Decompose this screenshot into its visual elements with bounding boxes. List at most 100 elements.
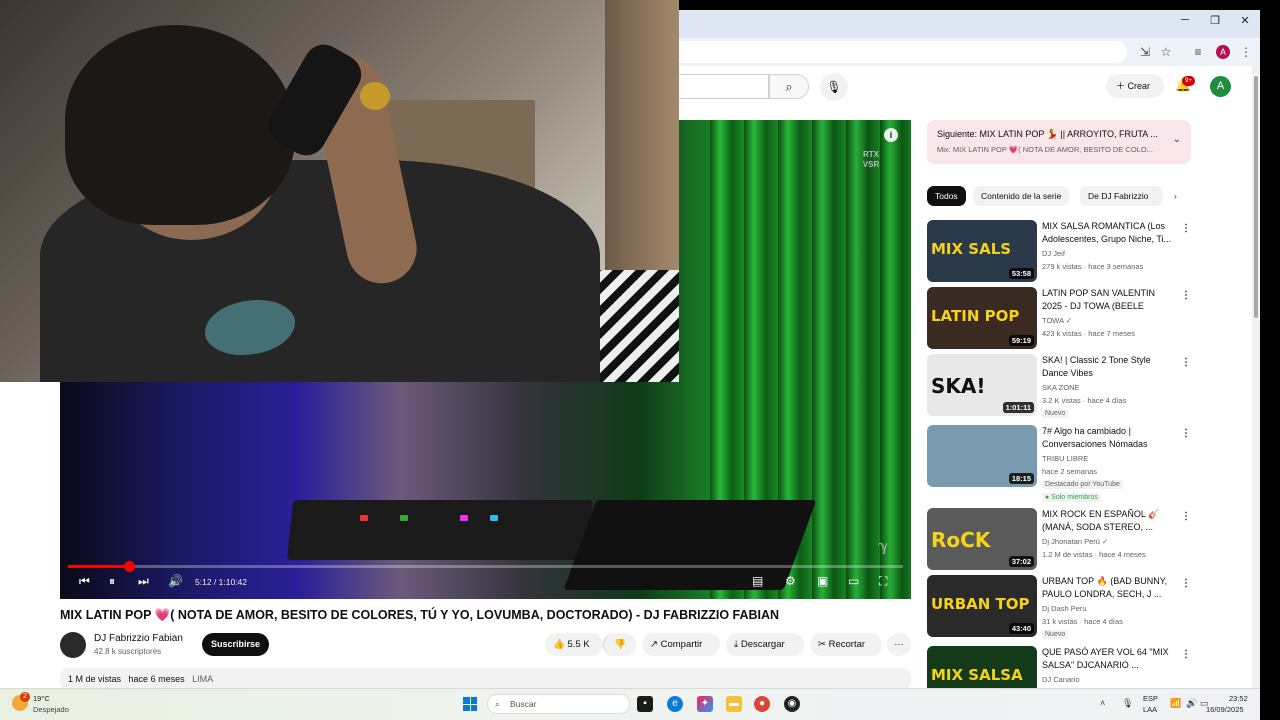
account-avatar[interactable]: A (1210, 76, 1231, 97)
share-icon: ↗ (650, 639, 658, 650)
search-input[interactable] (679, 74, 769, 99)
start-button[interactable] (463, 697, 477, 711)
recommendation-channel[interactable]: TRIBU LIBRE (1042, 454, 1088, 463)
channel-watermark-icon[interactable]: ℽ (878, 538, 888, 555)
media-controls-icon[interactable]: ≡ (1190, 44, 1206, 60)
previous-icon[interactable]: ⏮ (79, 574, 90, 589)
clock-time[interactable]: 23:52 (1229, 694, 1248, 703)
copilot-icon[interactable]: ✦ (697, 696, 713, 712)
chrome-icon[interactable]: ● (754, 696, 770, 712)
recommendation-item[interactable]: LATIN POP 59:19 LATIN POP SAN VALENTIN 202… (927, 287, 1192, 349)
close-button[interactable]: ✕ (1233, 14, 1257, 27)
input-layout[interactable]: LAA (1143, 705, 1157, 714)
recommendation-channel[interactable]: Dj Jhonatan Perú ✓ (1042, 537, 1108, 546)
chevron-up-icon[interactable]: ˄ (1100, 698, 1105, 708)
browser-menu-icon[interactable]: ⋮ (1238, 44, 1254, 60)
download-button[interactable]: ⤓ Descargar (726, 633, 804, 656)
more-options-icon[interactable]: ⋮ (1181, 578, 1191, 589)
more-options-icon[interactable]: ⋮ (1181, 428, 1191, 439)
more-options-icon[interactable]: ⋮ (1181, 357, 1191, 368)
dislike-button[interactable]: 👎 (603, 633, 636, 656)
input-language[interactable]: ESP (1143, 694, 1158, 703)
recommendation-item[interactable]: SKA! 1:01:11 SKA! | Classic 2 Tone Style D… (927, 354, 1192, 418)
recommendation-meta: 423 k vistas · hace 7 meses (1042, 329, 1135, 338)
more-options-icon[interactable]: ⋮ (1181, 649, 1191, 660)
location-tag[interactable]: LIMA (192, 674, 213, 684)
channel-avatar[interactable] (60, 632, 86, 658)
recommendation-item[interactable]: 18:15 7# Algo ha cambiado | Conversacione… (927, 425, 1192, 502)
recommendation-channel[interactable]: DJ Canario (1042, 675, 1080, 684)
chevron-down-icon[interactable]: ⌄ (1173, 134, 1181, 145)
recommendation-channel[interactable]: SKA ZONE (1042, 383, 1080, 392)
miniplayer-icon[interactable]: ▣ (817, 574, 828, 588)
chip-all[interactable]: Todos (927, 186, 966, 206)
scrollbar-thumb[interactable] (1254, 76, 1258, 318)
next-icon[interactable]: ⏭ (138, 574, 149, 589)
info-icon[interactable]: i (884, 128, 898, 142)
wifi-icon[interactable]: 📶 (1170, 698, 1181, 709)
weather-description[interactable]: Despejado (33, 705, 69, 714)
more-options-icon[interactable]: ⋮ (1181, 290, 1191, 301)
obs-icon[interactable]: ◉ (784, 696, 800, 712)
description-box[interactable]: 1 M de vistas hace 6 meses LIMA (60, 668, 911, 690)
recommendation-title[interactable]: SKA! | Classic 2 Tone Style Dance Vibes (1042, 354, 1177, 380)
more-actions-button[interactable]: ··· (887, 633, 911, 656)
subscribe-button[interactable]: Suscribirse (202, 633, 269, 656)
browser-profile-avatar[interactable]: A (1216, 45, 1230, 59)
recommendation-title[interactable]: 7# Algo ha cambiado | Conversaciones Nóm… (1042, 425, 1177, 451)
clock-date[interactable]: 16/09/2025 (1206, 705, 1244, 714)
edge-icon[interactable]: e (667, 696, 683, 712)
address-field[interactable] (679, 41, 1127, 63)
maximize-button[interactable]: ❐ (1203, 14, 1227, 27)
microphone-icon[interactable]: 🎙 (1122, 698, 1133, 709)
recommendation-title[interactable]: LATIN POP SAN VALENTIN 2025 - DJ TOWA (B… (1042, 287, 1177, 313)
create-button[interactable]: ＋ Crear (1106, 74, 1164, 98)
pause-icon[interactable]: ⏸ (109, 574, 115, 589)
recommendation-item[interactable]: MIX SALS 53:58 MIX SALSA ROMANTICA (Los Ad… (927, 220, 1192, 282)
speaker-icon[interactable]: 🔊 (1186, 698, 1197, 709)
theater-mode-icon[interactable]: ▭ (848, 574, 859, 588)
weather-temperature[interactable]: 19°C (33, 694, 50, 703)
clip-button[interactable]: ✂ Recortar (810, 633, 882, 656)
search-button[interactable]: ⌕ (769, 74, 809, 99)
progress-bar[interactable] (68, 561, 903, 572)
voice-search-button[interactable]: 🎙 (820, 73, 848, 101)
recommendation-title[interactable]: MIX ROCK EN ESPAÑOL 🎸 (MANÁ, SODA STEREO… (1042, 508, 1177, 534)
progress-scrubber[interactable] (124, 561, 136, 572)
taskbar-search[interactable]: ⌕ Buscar (487, 694, 630, 714)
minimize-button[interactable]: ─ (1173, 14, 1197, 26)
bookmark-star-icon[interactable]: ☆ (1158, 44, 1174, 60)
chip-series-content[interactable]: Contenido de la serie (973, 186, 1070, 206)
like-button[interactable]: 👍 5.5 K (545, 633, 603, 656)
recommendation-channel[interactable]: DJ Jeif (1042, 249, 1065, 258)
video-thumbnail[interactable]: SKA! 1:01:11 (927, 354, 1037, 416)
recommendation-channel[interactable]: Dj Dash Peru (1042, 604, 1087, 613)
video-thumbnail[interactable]: 18:15 (927, 425, 1037, 487)
video-thumbnail[interactable]: LATIN POP 59:19 (927, 287, 1037, 349)
fullscreen-icon[interactable]: ⛶ (879, 574, 887, 589)
more-options-icon[interactable]: ⋮ (1181, 511, 1191, 522)
chevron-right-icon[interactable]: › (1166, 186, 1185, 206)
task-view-icon[interactable]: ▪ (637, 696, 653, 712)
video-thumbnail[interactable]: MIX SALS 53:58 (927, 220, 1037, 282)
view-count: 1 M de vistas (68, 674, 122, 684)
settings-gear-icon[interactable]: ⚙ (785, 574, 796, 588)
recommendation-title[interactable]: QUE PASÓ AYER VOL 64 "MIX SALSA" DJCANAR… (1042, 646, 1177, 672)
recommendation-item[interactable]: URBAN TOP 43:40 URBAN TOP 🔥 (BAD BUNNY, PA… (927, 575, 1192, 639)
recommendation-channel[interactable]: TOWA ✓ (1042, 316, 1072, 325)
video-thumbnail[interactable]: RoCK 37:02 (927, 508, 1037, 570)
recommendation-item[interactable]: RoCK 37:02 MIX ROCK EN ESPAÑOL 🎸 (MANÁ, SO… (927, 508, 1192, 570)
video-thumbnail[interactable]: URBAN TOP 43:40 (927, 575, 1037, 637)
recommendation-title[interactable]: MIX SALSA ROMANTICA (Los Adolescentes, G… (1042, 220, 1177, 246)
volume-icon[interactable]: 🔊 (168, 574, 183, 588)
subtitles-icon[interactable]: ▤ (752, 574, 763, 588)
channel-name[interactable]: DJ Fabrizzio Fabian (94, 633, 183, 644)
video-frame-dj-controller (286, 500, 594, 560)
up-next-panel[interactable]: Siguiente: MIX LATIN POP 💃 || ARROYITO, … (927, 120, 1191, 164)
file-explorer-icon[interactable]: ▬ (726, 696, 742, 712)
share-button[interactable]: ↗ Compartir (642, 633, 720, 656)
more-options-icon[interactable]: ⋮ (1181, 223, 1191, 234)
recommendation-title[interactable]: URBAN TOP 🔥 (BAD BUNNY, PAULO LONDRA, SE… (1042, 575, 1177, 601)
chip-from-channel[interactable]: De DJ Fabrizzio (1080, 186, 1163, 206)
install-app-icon[interactable]: ⇲ (1137, 44, 1153, 60)
